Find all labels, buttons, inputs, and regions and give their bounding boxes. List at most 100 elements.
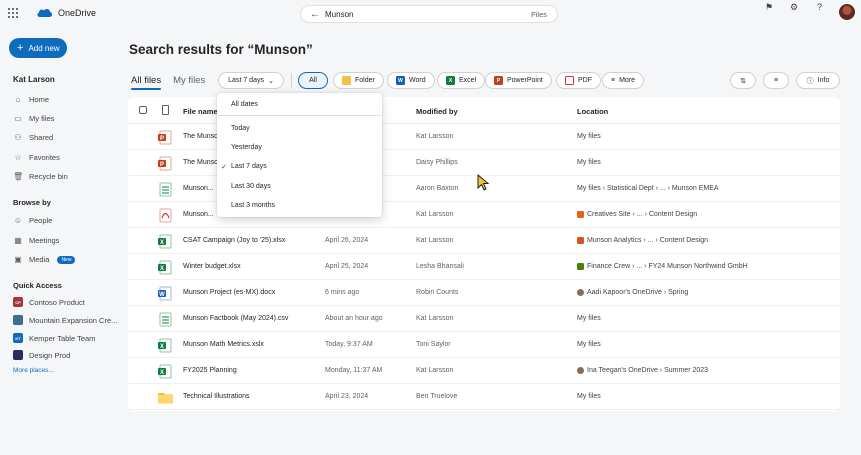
quick-item-contoso[interactable]: CP Contoso Product — [13, 297, 85, 307]
word-file-icon: W — [158, 286, 173, 301]
excel-file-icon: X — [158, 364, 173, 379]
file-name[interactable]: Munson... — [183, 211, 214, 218]
nav-my-files-label: My files — [29, 114, 55, 123]
nav-people-label: People — [29, 216, 53, 225]
folder-icon: ▭ — [14, 114, 22, 123]
site-logo-icon — [13, 315, 23, 325]
file-tabs: All files My files — [131, 75, 205, 90]
search-box[interactable]: ← Munson Files — [300, 5, 558, 23]
filter-more[interactable]: ≡ More — [602, 72, 645, 89]
filter-excel[interactable]: X Excel — [437, 72, 486, 89]
nav-shared[interactable]: ⚇ Shared — [13, 133, 53, 142]
file-name[interactable]: Munson Factbook (May 2024).csv — [183, 315, 288, 322]
file-location[interactable]: Munson Analytics › ... › Content Design — [577, 237, 708, 244]
filter-pdf[interactable]: PDF — [556, 72, 601, 89]
modified-by: Kat Larsson — [416, 237, 454, 244]
quick-item-label: Design Prod — [29, 350, 71, 360]
table-row[interactable]: X CSAT Campaign (Joy to '25).xlsx April 26… — [128, 228, 840, 254]
info-icon: ⓘ — [806, 77, 814, 85]
svg-text:P: P — [160, 136, 164, 142]
filter-folder[interactable]: Folder — [333, 72, 384, 89]
view-options-button[interactable]: ≡ — [763, 72, 789, 89]
file-name[interactable]: Munson Project (es-MX).docx — [183, 289, 275, 296]
file-location[interactable]: My files — [577, 393, 601, 400]
nav-people[interactable]: ☺ People — [13, 216, 52, 225]
file-location[interactable]: Finance Crew › ... › FY24 Munson Northwi… — [577, 263, 748, 270]
tab-my-files[interactable]: My files — [173, 75, 205, 86]
pdf-icon — [565, 76, 574, 85]
menu-item-all-dates[interactable]: All dates — [231, 101, 258, 108]
column-location[interactable]: Location — [577, 107, 608, 116]
mouse-cursor-icon — [477, 174, 490, 191]
flag-icon[interactable]: ⚑ — [765, 2, 773, 13]
quick-item-mountain[interactable]: Mountain Expansion Cre... — [13, 315, 117, 325]
nav-recycle-bin[interactable]: 🗑 Recycle bin — [13, 172, 68, 181]
list-view-icon: ≡ — [773, 77, 779, 84]
filter-powerpoint[interactable]: P PowerPoint — [485, 72, 552, 89]
svg-text:P: P — [160, 162, 164, 168]
menu-item-today[interactable]: Today — [231, 125, 250, 132]
excel-file-icon: X — [158, 260, 173, 275]
tab-all-files[interactable]: All files — [131, 75, 162, 90]
nav-media[interactable]: ▣ Media New — [13, 255, 76, 264]
nav-my-files[interactable]: ▭ My files — [13, 114, 54, 123]
file-location[interactable]: My files — [577, 341, 601, 348]
info-button[interactable]: ⓘ Info — [796, 72, 840, 89]
file-name[interactable]: FY2025 Planning — [183, 367, 237, 374]
more-places-link[interactable]: More places... — [13, 367, 54, 374]
column-modified-by[interactable]: Modified by — [416, 107, 458, 116]
file-name[interactable]: Technical Illustrations — [183, 393, 250, 400]
file-location[interactable]: Aadi Kapoor's OneDrive › Spring — [577, 289, 688, 296]
location-text: Aadi Kapoor's OneDrive › Spring — [587, 289, 689, 296]
filter-folder-label: Folder — [355, 77, 375, 84]
table-row[interactable]: X Winter budget.xlsx April 25, 2024 Lesha B… — [128, 254, 840, 280]
nav-favorites[interactable]: ☆ Favorites — [13, 153, 59, 162]
file-name[interactable]: Munson Math Metrics.xslx — [183, 341, 264, 348]
file-location[interactable]: Creatives Site › ... › Content Design — [577, 211, 697, 218]
avatar[interactable] — [838, 3, 856, 21]
menu-item-yesterday[interactable]: Yesterday — [231, 144, 262, 151]
brand[interactable]: OneDrive — [36, 7, 96, 18]
add-new-label: Add new — [28, 43, 60, 53]
table-row[interactable]: Munson Factbook (May 2024).csv About an h… — [128, 306, 840, 332]
menu-item-last-30-days[interactable]: Last 30 days — [231, 183, 271, 190]
search-scope-label: Files — [531, 10, 547, 19]
nav-meetings[interactable]: ▦ Meetings — [13, 236, 59, 245]
file-location[interactable]: My files — [577, 133, 601, 140]
table-row[interactable]: Technical Illustrations April 23, 2024 Ben… — [128, 384, 840, 410]
menu-item-last-3-months[interactable]: Last 3 months — [231, 202, 275, 209]
quick-item-design[interactable]: Design Prod — [13, 350, 70, 360]
svg-text:X: X — [160, 344, 164, 350]
person-icon: ☺ — [13, 216, 23, 225]
csv-file-icon — [158, 312, 173, 327]
quick-item-kemper[interactable]: KT Kemper Table Team — [13, 333, 95, 343]
filter-word[interactable]: W Word — [387, 72, 435, 89]
column-file-name[interactable]: File name — [183, 107, 218, 116]
file-name[interactable]: Munson... — [183, 185, 214, 192]
file-name[interactable]: CSAT Campaign (Joy to '25).xlsx — [183, 237, 285, 244]
date-filter-button[interactable]: Last 7 days ⌄ — [218, 72, 284, 89]
table-row[interactable]: X FY2025 Planning Monday, 11:37 AM Kat Lars… — [128, 358, 840, 384]
gear-icon[interactable]: ⚙ — [790, 2, 798, 13]
modified-date: 6 mins ago — [325, 289, 360, 296]
back-arrow-icon[interactable]: ← — [310, 9, 320, 20]
select-all-checkbox[interactable] — [139, 106, 147, 114]
file-location[interactable]: My files › Statistical Dept › ... › Muns… — [577, 185, 719, 192]
add-new-button[interactable]: + Add new — [9, 38, 67, 58]
folder-icon — [342, 76, 351, 85]
file-name[interactable]: Winter budget.xlsx — [183, 263, 241, 270]
table-row[interactable]: X Munson Math Metrics.xslx Today, 9:37 AM T… — [128, 332, 840, 358]
filter-all[interactable]: All — [298, 72, 328, 89]
nav-home[interactable]: ⌂ Home — [13, 95, 49, 104]
search-scope[interactable]: Files — [531, 10, 547, 19]
table-row[interactable]: W Munson Project (es-MX).docx 6 mins ago Ro… — [128, 280, 840, 306]
file-location[interactable]: My files — [577, 315, 601, 322]
app-launcher-icon[interactable] — [8, 8, 18, 18]
menu-item-last-7-days[interactable]: Last 7 days — [231, 163, 267, 170]
help-icon[interactable]: ? — [817, 2, 822, 12]
top-bar: OneDrive ← Munson Files ⚑ ⚙ ? — [0, 0, 861, 28]
search-input[interactable]: Munson — [325, 10, 353, 19]
file-location[interactable]: Ina Teegan's OneDrive › Summer 2023 — [577, 367, 708, 374]
file-location[interactable]: My files — [577, 159, 601, 166]
sort-button[interactable]: ⇅ — [730, 72, 756, 89]
